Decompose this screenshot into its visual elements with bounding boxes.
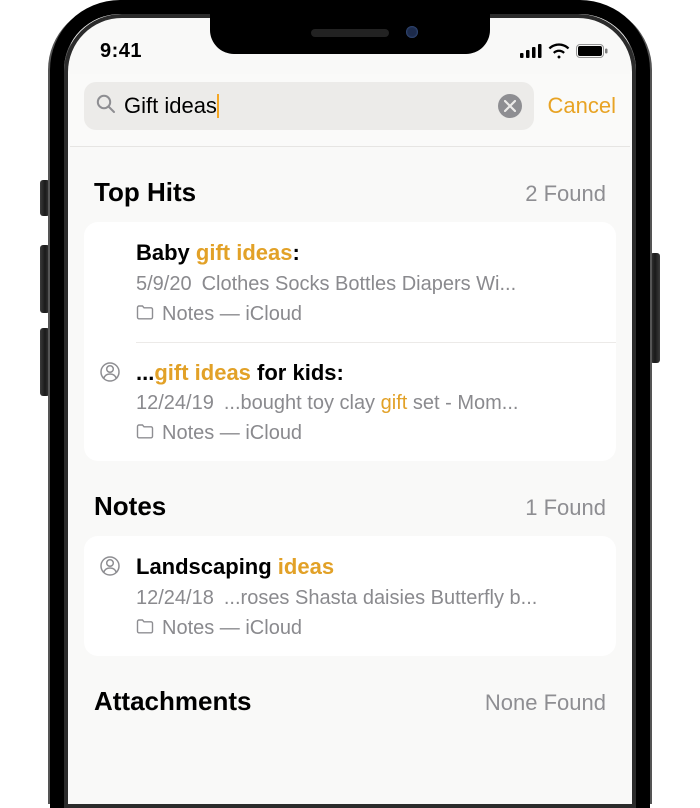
search-query-text: Gift ideas	[124, 93, 490, 119]
app-content: Gift ideas Cancel Top Hits 2 Found Baby …	[70, 74, 630, 808]
section-title: Notes	[94, 491, 166, 522]
folder-icon	[136, 303, 154, 326]
status-time: 9:41	[100, 40, 142, 63]
result-snippet: 12/24/19...bought toy clay gift set - Mo…	[136, 389, 596, 418]
folder-icon	[136, 617, 154, 640]
result-location: Notes — iCloud	[136, 422, 596, 445]
section-header-notes: Notes 1 Found	[70, 461, 630, 536]
cellular-icon	[520, 44, 542, 58]
power-button	[650, 253, 660, 363]
result-location: Notes — iCloud	[136, 303, 596, 326]
section-header-attachments: Attachments None Found	[70, 656, 630, 731]
shared-icon	[100, 362, 120, 387]
section-count: 1 Found	[525, 495, 606, 521]
shared-icon	[100, 556, 120, 581]
front-camera	[406, 26, 418, 38]
result-title: ...gift ideas for kids:	[136, 358, 596, 388]
top-hits-card: Baby gift ideas: 5/9/20Clothes Socks Bot…	[84, 222, 616, 461]
search-result-row[interactable]: ...gift ideas for kids: 12/24/19...bough…	[84, 342, 616, 462]
section-title: Top Hits	[94, 177, 196, 208]
cancel-button[interactable]: Cancel	[548, 93, 616, 119]
section-header-top-hits: Top Hits 2 Found	[70, 147, 630, 222]
search-bar-row: Gift ideas Cancel	[70, 74, 630, 147]
notch	[210, 12, 490, 54]
wifi-icon	[548, 43, 570, 59]
battery-icon	[576, 44, 608, 58]
volume-down-button	[40, 328, 50, 396]
clear-search-button[interactable]	[498, 94, 522, 118]
notes-card: Landscaping ideas 12/24/18...roses Shast…	[84, 536, 616, 656]
speaker-grille	[311, 29, 389, 37]
result-snippet: 5/9/20Clothes Socks Bottles Diapers Wi..…	[136, 270, 596, 299]
volume-up-button	[40, 245, 50, 313]
search-result-row[interactable]: Baby gift ideas: 5/9/20Clothes Socks Bot…	[84, 222, 616, 342]
result-title: Baby gift ideas:	[136, 238, 596, 268]
result-location: Notes — iCloud	[136, 617, 596, 640]
mute-switch	[40, 180, 50, 216]
folder-icon	[136, 422, 154, 445]
section-count: 2 Found	[525, 181, 606, 207]
search-icon	[96, 94, 116, 119]
section-count: None Found	[485, 690, 606, 716]
section-title: Attachments	[94, 686, 251, 717]
search-input[interactable]: Gift ideas	[84, 82, 534, 130]
result-title: Landscaping ideas	[136, 552, 596, 582]
result-snippet: 12/24/18...roses Shasta daisies Butterfl…	[136, 584, 596, 613]
text-cursor	[217, 94, 219, 118]
search-result-row[interactable]: Landscaping ideas 12/24/18...roses Shast…	[84, 536, 616, 656]
phone-frame: 9:41 Gift ideas Cancel	[50, 0, 650, 808]
